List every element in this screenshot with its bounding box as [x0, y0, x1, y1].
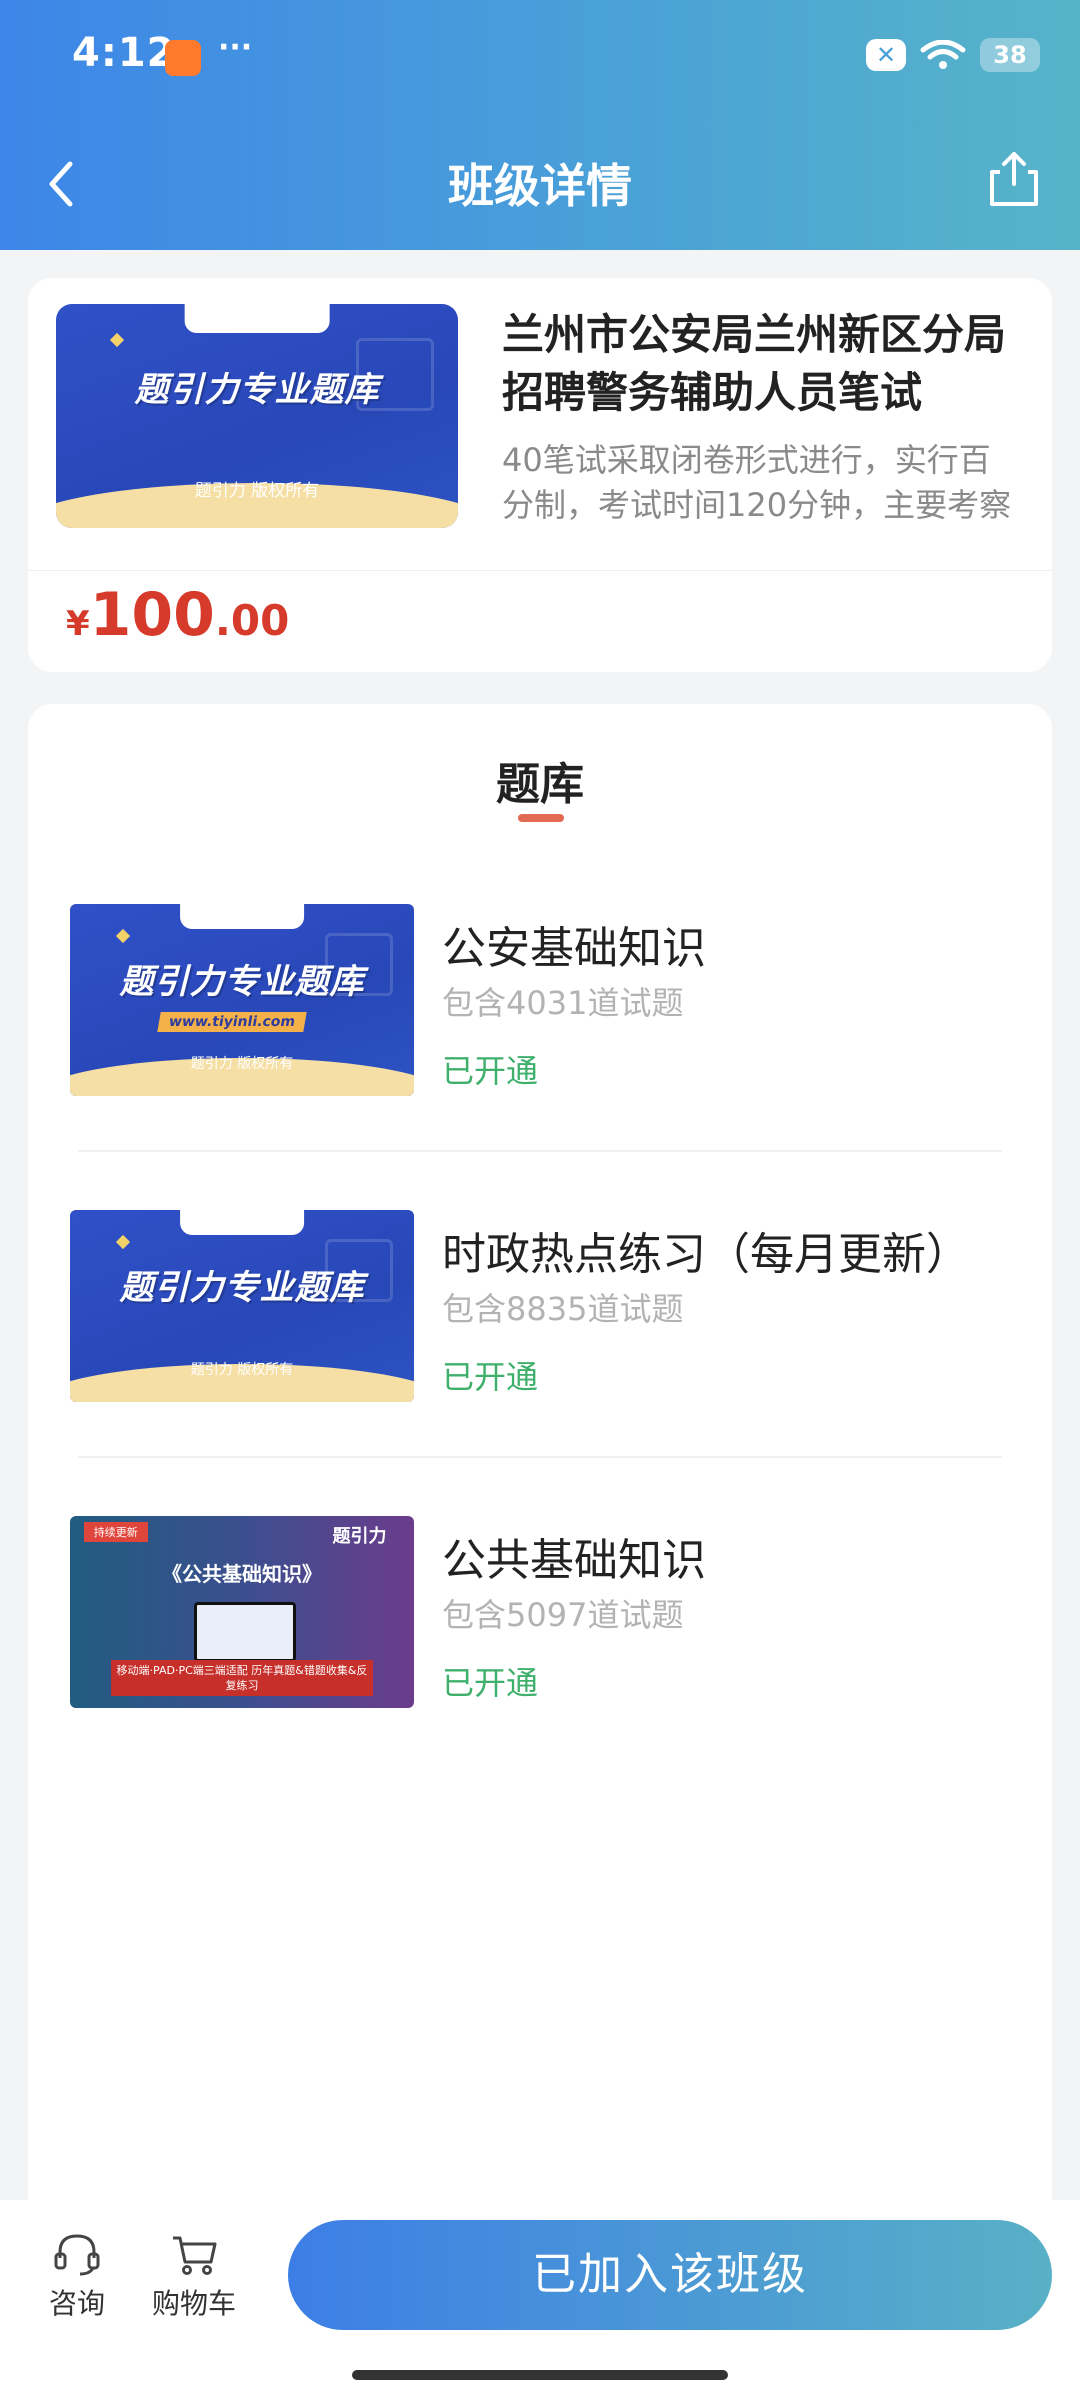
price-currency: ¥ [66, 604, 90, 644]
divider [28, 570, 1052, 571]
thumb-heading: 题引力专业题库 [119, 1267, 365, 1308]
consult-label: 咨询 [48, 2287, 105, 2320]
bank-thumbnail: 持续更新 题引力 《公共基础知识》 移动端·PAD·PC端三端适配 历年真题&错… [70, 1516, 414, 1708]
bank-question-count: 包含5097道试题 [442, 1596, 684, 1634]
cart-label: 购物车 [151, 2287, 236, 2320]
status-icons: ✕ 38 [866, 38, 1040, 72]
thumb-url: www.tiyinli.com [157, 1011, 308, 1032]
devices-illustration [193, 1602, 297, 1663]
divider [78, 1456, 1002, 1458]
thumb-heading: 题引力专业题库 [134, 370, 380, 411]
consult-button[interactable]: 咨询 [42, 2232, 112, 2322]
section-title: 题库 [496, 759, 584, 810]
wifi-icon [920, 40, 966, 69]
joined-class-button[interactable]: 已加入该班级 [288, 2220, 1052, 2330]
headset-icon [54, 2234, 100, 2276]
bottom-bar: 咨询 购物车 已加入该班级 [0, 2200, 1080, 2400]
thumb-heading: 题引力专业题库 [119, 961, 365, 1002]
course-description: 40笔试采取闭卷形式进行，实行百分制，考试时间120分钟，主要考察 [502, 441, 1012, 524]
thumb-copyright: 题引力 版权所有 [194, 481, 320, 502]
divider [78, 1150, 1002, 1152]
thumb-logo: 题引力 [332, 1525, 387, 1547]
bank-thumbnail: 题引力专业题库 题引力 版权所有 [70, 1210, 414, 1402]
bank-item[interactable]: 持续更新 题引力 《公共基础知识》 移动端·PAD·PC端三端适配 历年真题&错… [28, 1516, 1052, 1822]
cart-button[interactable]: 购物车 [146, 2232, 242, 2322]
screen: 4:12 ··· ✕ 38 班级详情 题引力专业题库 题引力 版权所有 兰州市公… [0, 0, 1080, 2400]
bank-thumbnail: 题引力专业题库 www.tiyinli.com 题引力 版权所有 [70, 904, 414, 1096]
thumb-copyright: 题引力 版权所有 [190, 1361, 294, 1378]
bank-status: 已开通 [442, 1664, 539, 1702]
course-thumbnail: 题引力专业题库 题引力 版权所有 [56, 304, 458, 528]
course-title: 兰州市公安局兰州新区分局招聘警务辅助人员笔试 [502, 310, 1007, 417]
course-card[interactable]: 题引力专业题库 题引力 版权所有 兰州市公安局兰州新区分局招聘警务辅助人员笔试 … [28, 278, 1052, 672]
cart-icon [173, 2236, 217, 2275]
bank-status: 已开通 [442, 1358, 539, 1396]
bank-item[interactable]: 题引力专业题库 题引力 版权所有 时政热点练习（每月更新） 包含8835道试题 … [28, 1210, 1052, 1516]
bank-status: 已开通 [442, 1052, 539, 1090]
battery-icon: 38 [980, 38, 1040, 72]
price-decimal: .00 [214, 596, 290, 645]
bank-name: 公安基础知识 [442, 923, 706, 974]
question-bank-panel: 题库 题引力专业题库 www.tiyinli.com 题引力 版权所有 公安基础… [28, 704, 1052, 2200]
bank-question-count: 包含4031道试题 [442, 984, 684, 1022]
thumb-heading: 《公共基础知识》 [162, 1562, 322, 1587]
thumb-ribbon: 持续更新 [83, 1521, 148, 1542]
section-title-underline [518, 814, 564, 822]
page-title: 班级详情 [448, 159, 632, 213]
share-icon[interactable] [986, 148, 1042, 208]
status-time: 4:12 [72, 30, 176, 76]
status-more-dots: ··· [218, 30, 253, 65]
bank-name: 公共基础知识 [442, 1535, 706, 1586]
header: 4:12 ··· ✕ 38 班级详情 [0, 0, 1080, 250]
thumb-footer: 移动端·PAD·PC端三端适配 历年真题&错题收集&反复练习 [111, 1660, 373, 1697]
bank-item[interactable]: 题引力专业题库 www.tiyinli.com 题引力 版权所有 公安基础知识 … [28, 904, 1052, 1210]
bank-name: 时政热点练习（每月更新） [442, 1229, 970, 1280]
app-notification-icon [165, 40, 201, 76]
home-indicator [352, 2370, 728, 2380]
thumb-copyright: 题引力 版权所有 [190, 1055, 294, 1072]
course-price: ¥100.00 [66, 580, 289, 650]
close-notification-icon: ✕ [866, 39, 906, 71]
bank-question-count: 包含8835道试题 [442, 1290, 684, 1328]
price-integer: 100 [89, 580, 215, 650]
